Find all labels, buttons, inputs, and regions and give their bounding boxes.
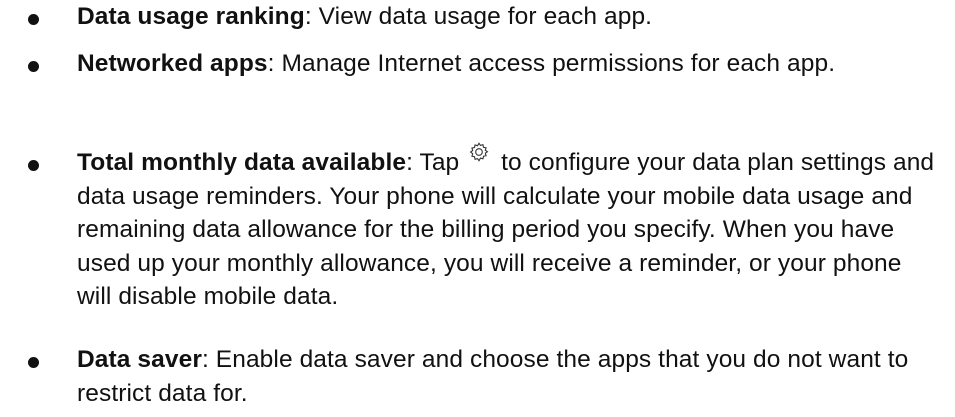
term-label: Data saver xyxy=(77,346,202,373)
bullet-text: Data saver: Enable data saver and choose… xyxy=(77,343,937,410)
bullet-text: Total monthly data available: Tap to con… xyxy=(77,142,937,314)
term-label: Data usage ranking xyxy=(77,3,305,30)
term-separator: : xyxy=(201,346,209,373)
term-description: View data usage for each app. xyxy=(311,3,653,30)
bullet-dot xyxy=(28,61,39,72)
bullet-dot xyxy=(28,160,39,171)
term-label: Networked apps xyxy=(77,50,268,77)
term-separator: : xyxy=(406,149,414,176)
term-description: Manage Internet access permissions for e… xyxy=(274,50,836,77)
term-separator: : xyxy=(267,50,275,77)
bullet-dot xyxy=(28,14,39,25)
term-label: Total monthly data available xyxy=(77,149,407,176)
term-description-before-icon: Tap xyxy=(413,149,467,176)
bullet-text: Data usage ranking: View data usage for … xyxy=(77,0,937,34)
gear-icon xyxy=(468,139,490,162)
document-page: Data usage ranking: View data usage for … xyxy=(0,0,955,417)
bullet-text: Networked apps: Manage Internet access p… xyxy=(77,47,937,81)
term-separator: : xyxy=(304,3,312,30)
bullet-dot xyxy=(28,357,39,368)
